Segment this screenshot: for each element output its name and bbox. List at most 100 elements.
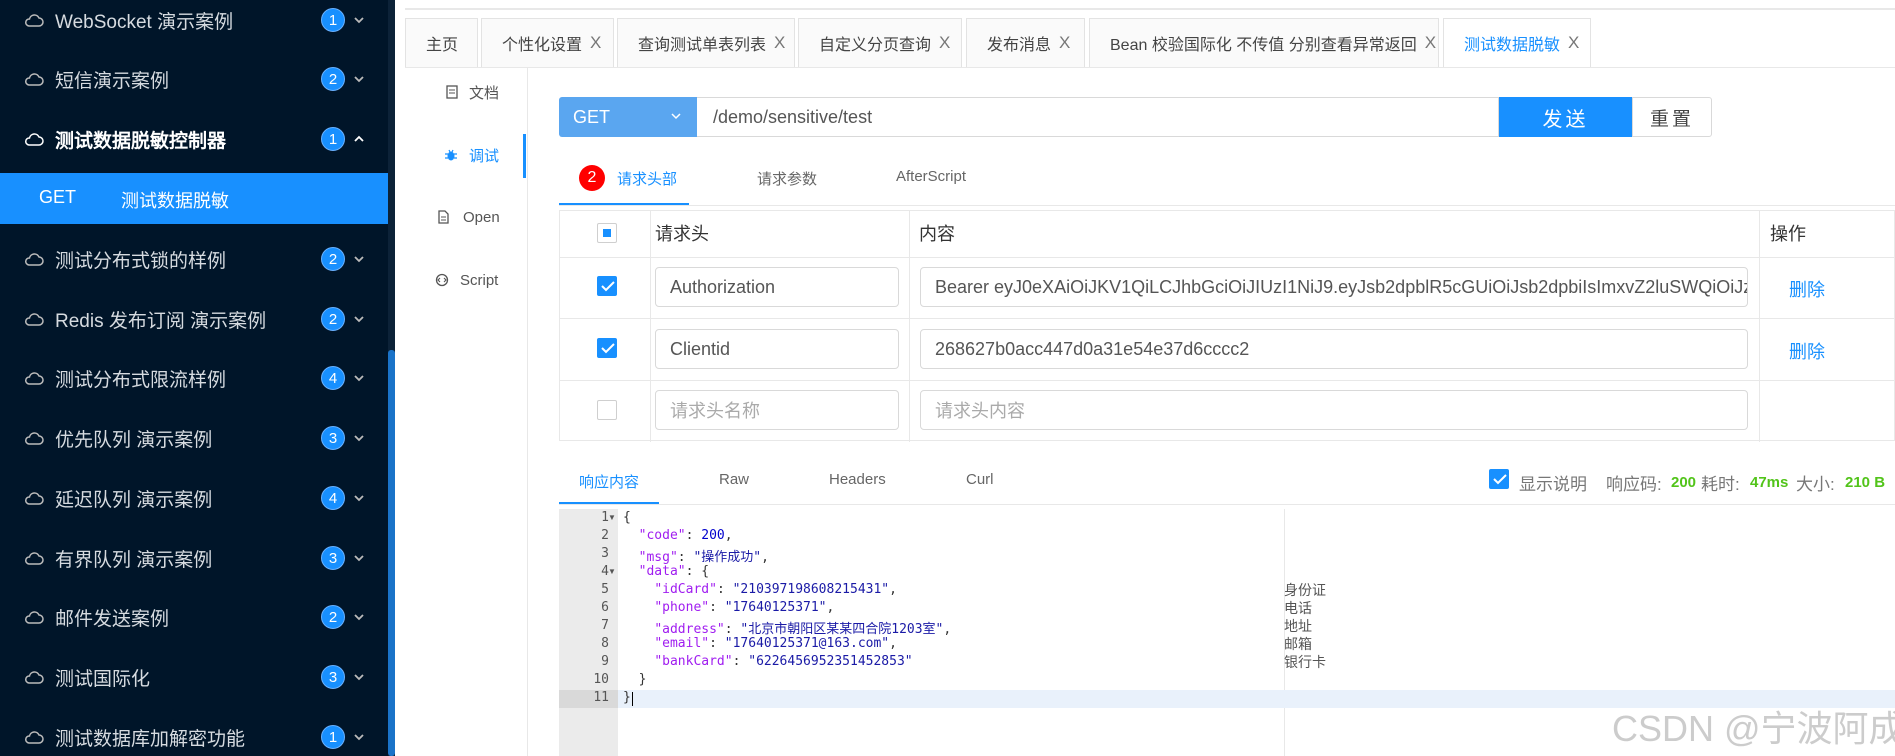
subnav-script[interactable]: Script — [405, 260, 528, 300]
fold-arrow-icon[interactable]: ▼ — [608, 567, 616, 576]
tab-publish-message[interactable]: 发布消息 X — [966, 18, 1085, 68]
url-input[interactable]: /demo/sensitive/test — [697, 97, 1499, 137]
send-button[interactable]: 发送 — [1499, 97, 1632, 137]
code-line: "phone": "17640125371", — [654, 600, 835, 615]
tab-response-body[interactable]: 响应内容 — [579, 471, 639, 492]
tab-headers[interactable]: Headers — [829, 471, 886, 488]
sidebar-scrollbar-thumb[interactable] — [388, 350, 395, 756]
reset-button[interactable]: 重置 — [1632, 97, 1712, 137]
sidebar-item[interactable]: 测试数据库加解密功能 1 — [0, 707, 388, 756]
cloud-icon — [25, 611, 44, 624]
field-description: 邮箱 — [1284, 636, 1312, 652]
sidebar-item[interactable]: 优先队列 演示案例 3 — [0, 408, 388, 468]
delete-link[interactable]: 删除 — [1789, 276, 1825, 302]
close-icon[interactable]: X — [1568, 33, 1579, 53]
sidebar-item[interactable]: 邮件发送案例 2 — [0, 587, 388, 647]
subnav-debug[interactable]: 调试 — [405, 135, 528, 175]
chevron-down-icon — [354, 316, 364, 323]
row-checkbox[interactable] — [597, 276, 617, 296]
show-desc-checkbox[interactable] — [1489, 469, 1509, 489]
code-line: "code": 200, — [638, 528, 733, 543]
sidebar-item-label: 测试分布式限流样例 — [55, 369, 227, 391]
chevron-down-icon — [354, 674, 364, 681]
sidebar-subitem-label: 测试数据脱敏 — [121, 191, 229, 211]
sidebar-item[interactable]: WebSocket 演示案例 1 — [0, 0, 388, 50]
count-badge: 4 — [321, 486, 345, 510]
tab-personal-settings[interactable]: 个性化设置 X — [481, 18, 614, 68]
header-value-input[interactable]: 268627b0acc447d0a31e54e37d6cccc2 — [920, 329, 1748, 369]
bug-icon — [445, 149, 457, 161]
close-icon[interactable]: X — [590, 33, 601, 53]
method-value: GET — [573, 106, 611, 127]
fold-arrow-icon[interactable]: ▼ — [608, 513, 616, 522]
method-select[interactable]: GET — [559, 97, 697, 137]
cloud-icon — [25, 432, 44, 445]
tabs-divider — [559, 504, 1895, 505]
chevron-down-icon — [354, 555, 364, 562]
cloud-icon — [25, 73, 44, 86]
subnav-active-indicator — [523, 134, 526, 178]
tab-custom-paging[interactable]: 自定义分页查询 X — [798, 18, 962, 68]
close-icon[interactable]: X — [939, 33, 950, 53]
chevron-down-icon — [354, 17, 364, 24]
sidebar-item[interactable]: 短信演示案例 2 — [0, 49, 388, 109]
tab-request-headers[interactable]: 请求头部 — [617, 168, 677, 189]
delete-link[interactable]: 删除 — [1789, 338, 1825, 364]
row-checkbox[interactable] — [597, 400, 617, 420]
method-label: GET — [39, 187, 77, 207]
code-line: "address": "北京市朝阳区某某四合院1203室", — [654, 622, 952, 637]
cloud-icon — [25, 253, 44, 266]
tab-label: 测试数据脱敏 — [1464, 37, 1561, 54]
sidebar-item[interactable]: 延迟队列 演示案例 4 — [0, 468, 388, 528]
header-name-input[interactable]: 请求头名称 — [655, 390, 899, 430]
close-icon[interactable]: X — [1059, 33, 1070, 53]
tab-raw[interactable]: Raw — [719, 471, 749, 488]
sidebar-item[interactable]: 测试分布式限流样例 4 — [0, 348, 388, 408]
top-border — [405, 8, 1895, 10]
tab-curl[interactable]: Curl — [966, 471, 994, 488]
sidebar-subitem-active[interactable]: GET 测试数据脱敏 — [0, 173, 388, 224]
check-icon — [601, 343, 615, 354]
subnav-open[interactable]: Open — [405, 197, 528, 237]
row-checkbox[interactable] — [597, 338, 617, 358]
cloud-icon — [25, 731, 44, 744]
tab-query-list[interactable]: 查询测试单表列表 X — [617, 18, 795, 68]
close-icon[interactable]: X — [1425, 33, 1436, 53]
tab-request-params[interactable]: 请求参数 — [757, 168, 817, 189]
sidebar-item-label: 有界队列 演示案例 — [55, 549, 213, 571]
tab-sensitive-test[interactable]: 测试数据脱敏 X — [1443, 18, 1591, 68]
subnav-doc[interactable]: 文档 — [405, 72, 528, 112]
header-value-input[interactable]: Bearer eyJ0eXAiOiJKV1QiLCJhbGciOiJIUzI1N… — [920, 267, 1748, 307]
header-count-badge: 2 — [579, 165, 605, 191]
sidebar-item[interactable]: 测试分布式锁的样例 2 — [0, 229, 388, 289]
tab-home[interactable]: 主页 — [405, 18, 478, 68]
field-description: 电话 — [1284, 600, 1312, 616]
code-line: "msg": "操作成功", — [638, 550, 769, 565]
tab-bean-validation[interactable]: Bean 校验国际化 不传值 分别查看异常返回 X — [1089, 18, 1439, 68]
tab-label: 自定义分页查询 — [819, 37, 932, 54]
code-line: "email": "17640125371@163.com", — [654, 636, 897, 651]
column-header-value: 内容 — [919, 224, 955, 244]
header-name-input[interactable]: Clientid — [655, 329, 899, 369]
subnav-label: 文档 — [469, 84, 500, 102]
count-badge: 1 — [321, 725, 345, 749]
sidebar-item[interactable]: 有界队列 演示案例 3 — [0, 528, 388, 588]
tab-after-script[interactable]: AfterScript — [896, 168, 966, 185]
cloud-icon — [25, 671, 44, 684]
sidebar-item[interactable]: 测试国际化 3 — [0, 647, 388, 707]
tab-label: Bean 校验国际化 不传值 分别查看异常返回 — [1110, 37, 1417, 54]
sidebar: WebSocket 演示案例 1 短信演示案例 2 测试数据脱敏控制器 1 GE… — [0, 0, 395, 756]
check-icon — [1493, 474, 1507, 485]
check-icon — [601, 281, 615, 292]
count-badge: 3 — [321, 546, 345, 570]
sidebar-item[interactable]: Redis 发布订阅 演示案例 2 — [0, 289, 388, 349]
sidebar-item-sensitive[interactable]: 测试数据脱敏控制器 1 — [0, 109, 388, 169]
header-value-input[interactable]: 请求头内容 — [920, 390, 1748, 430]
tab-label: 个性化设置 — [502, 37, 583, 54]
close-icon[interactable]: X — [774, 33, 785, 53]
chevron-down-icon — [354, 614, 364, 621]
select-all-checkbox[interactable] — [597, 223, 617, 243]
count-badge: 1 — [321, 127, 345, 151]
status-value: 200 — [1671, 474, 1697, 491]
header-name-input[interactable]: Authorization — [655, 267, 899, 307]
